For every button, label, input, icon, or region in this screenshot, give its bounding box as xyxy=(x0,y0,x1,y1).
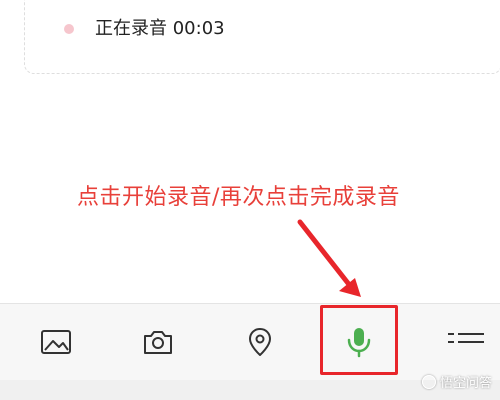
camera-icon xyxy=(144,331,172,354)
image-icon xyxy=(41,330,71,354)
bottom-toolbar xyxy=(0,303,500,380)
insert-image-button[interactable] xyxy=(36,322,76,362)
microphone-highlight-box xyxy=(320,305,398,375)
location-icon xyxy=(249,328,271,356)
camera-button[interactable] xyxy=(138,322,178,362)
list-button[interactable] xyxy=(444,322,500,362)
watermark-logo-icon xyxy=(421,374,436,389)
location-button[interactable] xyxy=(240,322,280,362)
watermark: 悟空问答 xyxy=(421,372,492,391)
watermark-text: 悟空问答 xyxy=(439,376,492,391)
list-icon xyxy=(448,333,484,343)
